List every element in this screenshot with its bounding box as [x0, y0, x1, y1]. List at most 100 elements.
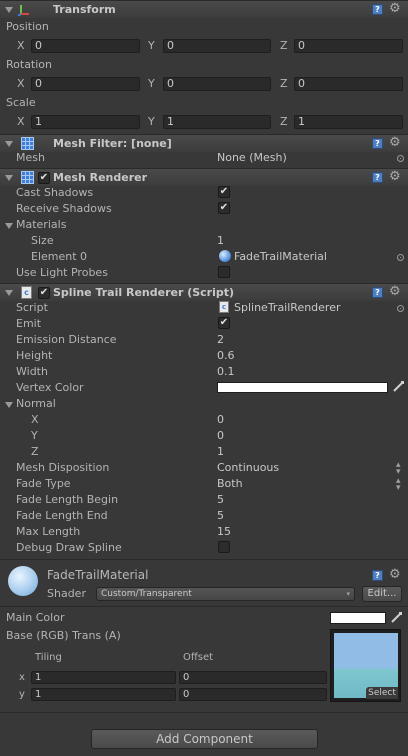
scale-x-field[interactable]: 1 [31, 115, 140, 129]
vertex-color-swatch[interactable] [217, 382, 388, 393]
height-field[interactable]: 0.6 [217, 349, 235, 362]
main-color-label: Main Color [6, 611, 65, 624]
dropdown-arrows-icon[interactable]: ▴ ▾ [396, 477, 401, 493]
spline-trail-header[interactable]: c Spline Trail Renderer (Script) ? ⚙ [0, 283, 408, 301]
normal-y-field[interactable]: 0 [217, 429, 224, 442]
height-label: Height [16, 349, 53, 362]
help-icon[interactable]: ? [372, 172, 383, 183]
axis-z-label: Z [280, 115, 288, 128]
edit-shader-button[interactable]: Edit... [362, 586, 402, 602]
scale-label: Scale [6, 96, 36, 109]
offset-x-field[interactable]: 0 [179, 671, 327, 684]
position-x-field[interactable]: 0 [31, 39, 140, 53]
gear-icon[interactable]: ⚙ [389, 285, 401, 299]
material-name: FadeTrailMaterial [47, 568, 149, 582]
element0-object-field[interactable]: FadeTrailMaterial [234, 250, 327, 263]
help-icon[interactable]: ? [372, 4, 383, 15]
mesh-disposition-label: Mesh Disposition [16, 461, 110, 474]
rotation-y-field[interactable]: 0 [163, 77, 271, 91]
transform-header[interactable]: Transform ? ⚙ [0, 0, 408, 18]
fade-type-dropdown[interactable]: Both [217, 477, 243, 490]
rotation-z-field[interactable]: 0 [294, 77, 403, 91]
cast-shadows-checkbox[interactable] [218, 186, 230, 198]
axis-x-label: X [17, 77, 25, 90]
csharp-script-icon: c [21, 286, 32, 299]
select-texture-button[interactable]: Select [366, 687, 398, 699]
normal-z-field[interactable]: 1 [217, 445, 224, 458]
light-probes-checkbox[interactable] [218, 266, 230, 278]
gear-icon[interactable]: ⚙ [389, 2, 401, 16]
uv-x-label: x [19, 672, 25, 683]
gear-icon[interactable]: ⚙ [389, 136, 401, 150]
receive-shadows-checkbox[interactable] [218, 202, 230, 214]
object-picker-icon[interactable] [397, 305, 404, 312]
foldout-arrow-icon[interactable] [5, 175, 13, 181]
axis-z-label: Z [280, 39, 288, 52]
object-picker-icon[interactable] [397, 254, 404, 261]
materials-foldout-arrow-icon[interactable] [5, 223, 13, 229]
chevron-down-icon: ▾ [346, 590, 350, 598]
emission-distance-label: Emission Distance [16, 333, 117, 346]
fade-length-end-field[interactable]: 5 [217, 509, 224, 522]
object-picker-icon[interactable] [397, 155, 404, 162]
shader-dropdown-value: Custom/Transparent [101, 589, 192, 599]
help-icon[interactable]: ? [372, 138, 383, 149]
scale-z-field[interactable]: 1 [294, 115, 403, 129]
mesh-filter-header[interactable]: Mesh Filter: [none] ? ⚙ [0, 134, 408, 152]
script-object-field[interactable]: SplineTrailRenderer [234, 301, 341, 314]
script-label: Script [16, 301, 48, 314]
main-color-swatch[interactable] [330, 612, 386, 624]
tiling-label: Tiling [35, 652, 62, 663]
scale-y-field[interactable]: 1 [163, 115, 271, 129]
receive-shadows-label: Receive Shadows [16, 202, 112, 215]
tiling-y-field[interactable]: 1 [31, 688, 176, 701]
offset-label: Offset [183, 652, 214, 663]
debug-draw-checkbox[interactable] [218, 541, 230, 553]
normal-label[interactable]: Normal [16, 397, 56, 410]
mesh-renderer-enabled-checkbox[interactable] [38, 172, 50, 184]
uv-y-label: y [19, 689, 25, 700]
position-z-field[interactable]: 0 [294, 39, 403, 53]
normal-x-label: X [31, 413, 39, 426]
offset-y-field[interactable]: 0 [179, 688, 327, 701]
texture-slot[interactable]: Select [330, 629, 401, 702]
eyedropper-icon[interactable] [392, 380, 405, 393]
width-label: Width [16, 365, 48, 378]
eyedropper-icon[interactable] [390, 611, 403, 624]
transform-gizmo-icon [17, 5, 29, 16]
normal-x-field[interactable]: 0 [217, 413, 224, 426]
mesh-disposition-dropdown[interactable]: Continuous [217, 461, 279, 474]
emit-checkbox[interactable] [218, 317, 230, 329]
tiling-x-field[interactable]: 1 [31, 671, 176, 684]
materials-size-value[interactable]: 1 [217, 234, 224, 247]
foldout-arrow-icon[interactable] [5, 141, 13, 147]
gear-icon[interactable]: ⚙ [389, 568, 401, 582]
add-component-button[interactable]: Add Component [91, 729, 318, 749]
fade-length-begin-field[interactable]: 5 [217, 493, 224, 506]
rotation-x-field[interactable]: 0 [31, 77, 140, 91]
mesh-object-field[interactable]: None (Mesh) [217, 151, 287, 164]
spline-trail-enabled-checkbox[interactable] [38, 287, 50, 299]
foldout-arrow-icon[interactable] [5, 290, 13, 296]
dropdown-arrows-icon[interactable]: ▴ ▾ [396, 461, 401, 477]
gear-icon[interactable]: ⚙ [389, 170, 401, 184]
emission-distance-field[interactable]: 2 [217, 333, 224, 346]
axis-z-label: Z [280, 77, 288, 90]
axis-y-label: Y [148, 77, 155, 90]
component-title: Mesh Filter: [none] [53, 137, 172, 150]
help-icon[interactable]: ? [372, 570, 383, 581]
light-probes-label: Use Light Probes [16, 266, 108, 279]
shader-dropdown[interactable]: Custom/Transparent ▾ [96, 587, 355, 601]
materials-label[interactable]: Materials [16, 218, 66, 231]
max-length-label: Max Length [16, 525, 81, 538]
divider [0, 559, 408, 560]
foldout-arrow-icon[interactable] [5, 7, 13, 13]
base-texture-label: Base (RGB) Trans (A) [6, 629, 121, 642]
width-field[interactable]: 0.1 [217, 365, 235, 378]
max-length-field[interactable]: 15 [217, 525, 231, 538]
fade-type-label: Fade Type [16, 477, 71, 490]
mesh-renderer-header[interactable]: Mesh Renderer ? ⚙ [0, 168, 408, 186]
normal-foldout-arrow-icon[interactable] [5, 402, 13, 408]
help-icon[interactable]: ? [372, 287, 383, 298]
position-y-field[interactable]: 0 [163, 39, 271, 53]
